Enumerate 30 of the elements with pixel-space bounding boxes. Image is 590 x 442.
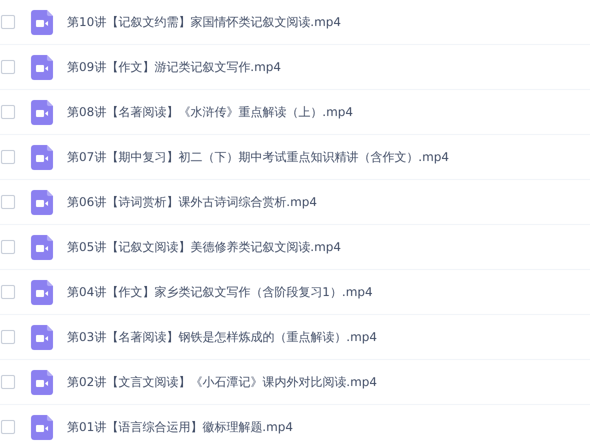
video-file-icon bbox=[31, 280, 53, 304]
file-name[interactable]: 第05讲【记叙文阅读】美德修养类记叙文阅读.mp4 bbox=[67, 238, 342, 256]
checkbox[interactable] bbox=[1, 285, 15, 299]
file-name[interactable]: 第03讲【名著阅读】钢铁是怎样炼成的（重点解读）.mp4 bbox=[67, 328, 378, 346]
checkbox[interactable] bbox=[1, 150, 15, 164]
checkbox[interactable] bbox=[1, 375, 15, 389]
checkbox[interactable] bbox=[1, 105, 15, 119]
file-name[interactable]: 第02讲【文言文阅读】《小石潭记》课内外对比阅读.mp4 bbox=[67, 374, 378, 390]
file-name[interactable]: 第08讲【名著阅读】《水浒传》重点解读（上）.mp4 bbox=[67, 104, 354, 120]
video-file-icon bbox=[31, 414, 53, 440]
file-name[interactable]: 第01讲【语言综合运用】徽标理解题.mp4 bbox=[67, 418, 294, 436]
checkbox[interactable] bbox=[1, 330, 15, 344]
checkbox[interactable] bbox=[1, 420, 15, 434]
checkbox[interactable] bbox=[1, 240, 15, 254]
video-file-icon bbox=[31, 234, 53, 260]
file-name[interactable]: 第04讲【作文】家乡类记叙文写作（含阶段复习1）.mp4 bbox=[67, 284, 373, 300]
file-name[interactable]: 第09讲【作文】游记类记叙文写作.mp4 bbox=[67, 58, 282, 76]
video-file-icon bbox=[31, 190, 53, 214]
video-file-icon bbox=[31, 100, 53, 124]
video-file-icon bbox=[31, 54, 53, 80]
video-file-icon bbox=[31, 370, 53, 394]
video-file-icon bbox=[31, 324, 53, 350]
file-name[interactable]: 第06讲【诗词赏析】课外古诗词综合赏析.mp4 bbox=[67, 194, 318, 210]
video-file-icon bbox=[31, 144, 53, 170]
checkbox[interactable] bbox=[1, 15, 15, 29]
video-file-icon bbox=[31, 10, 53, 34]
file-name[interactable]: 第10讲【记叙文约需】家国情怀类记叙文阅读.mp4 bbox=[67, 14, 342, 30]
checkbox[interactable] bbox=[1, 195, 15, 209]
file-name[interactable]: 第07讲【期中复习】初二（下）期中考试重点知识精讲（含作文）.mp4 bbox=[67, 148, 450, 166]
checkbox[interactable] bbox=[1, 60, 15, 74]
